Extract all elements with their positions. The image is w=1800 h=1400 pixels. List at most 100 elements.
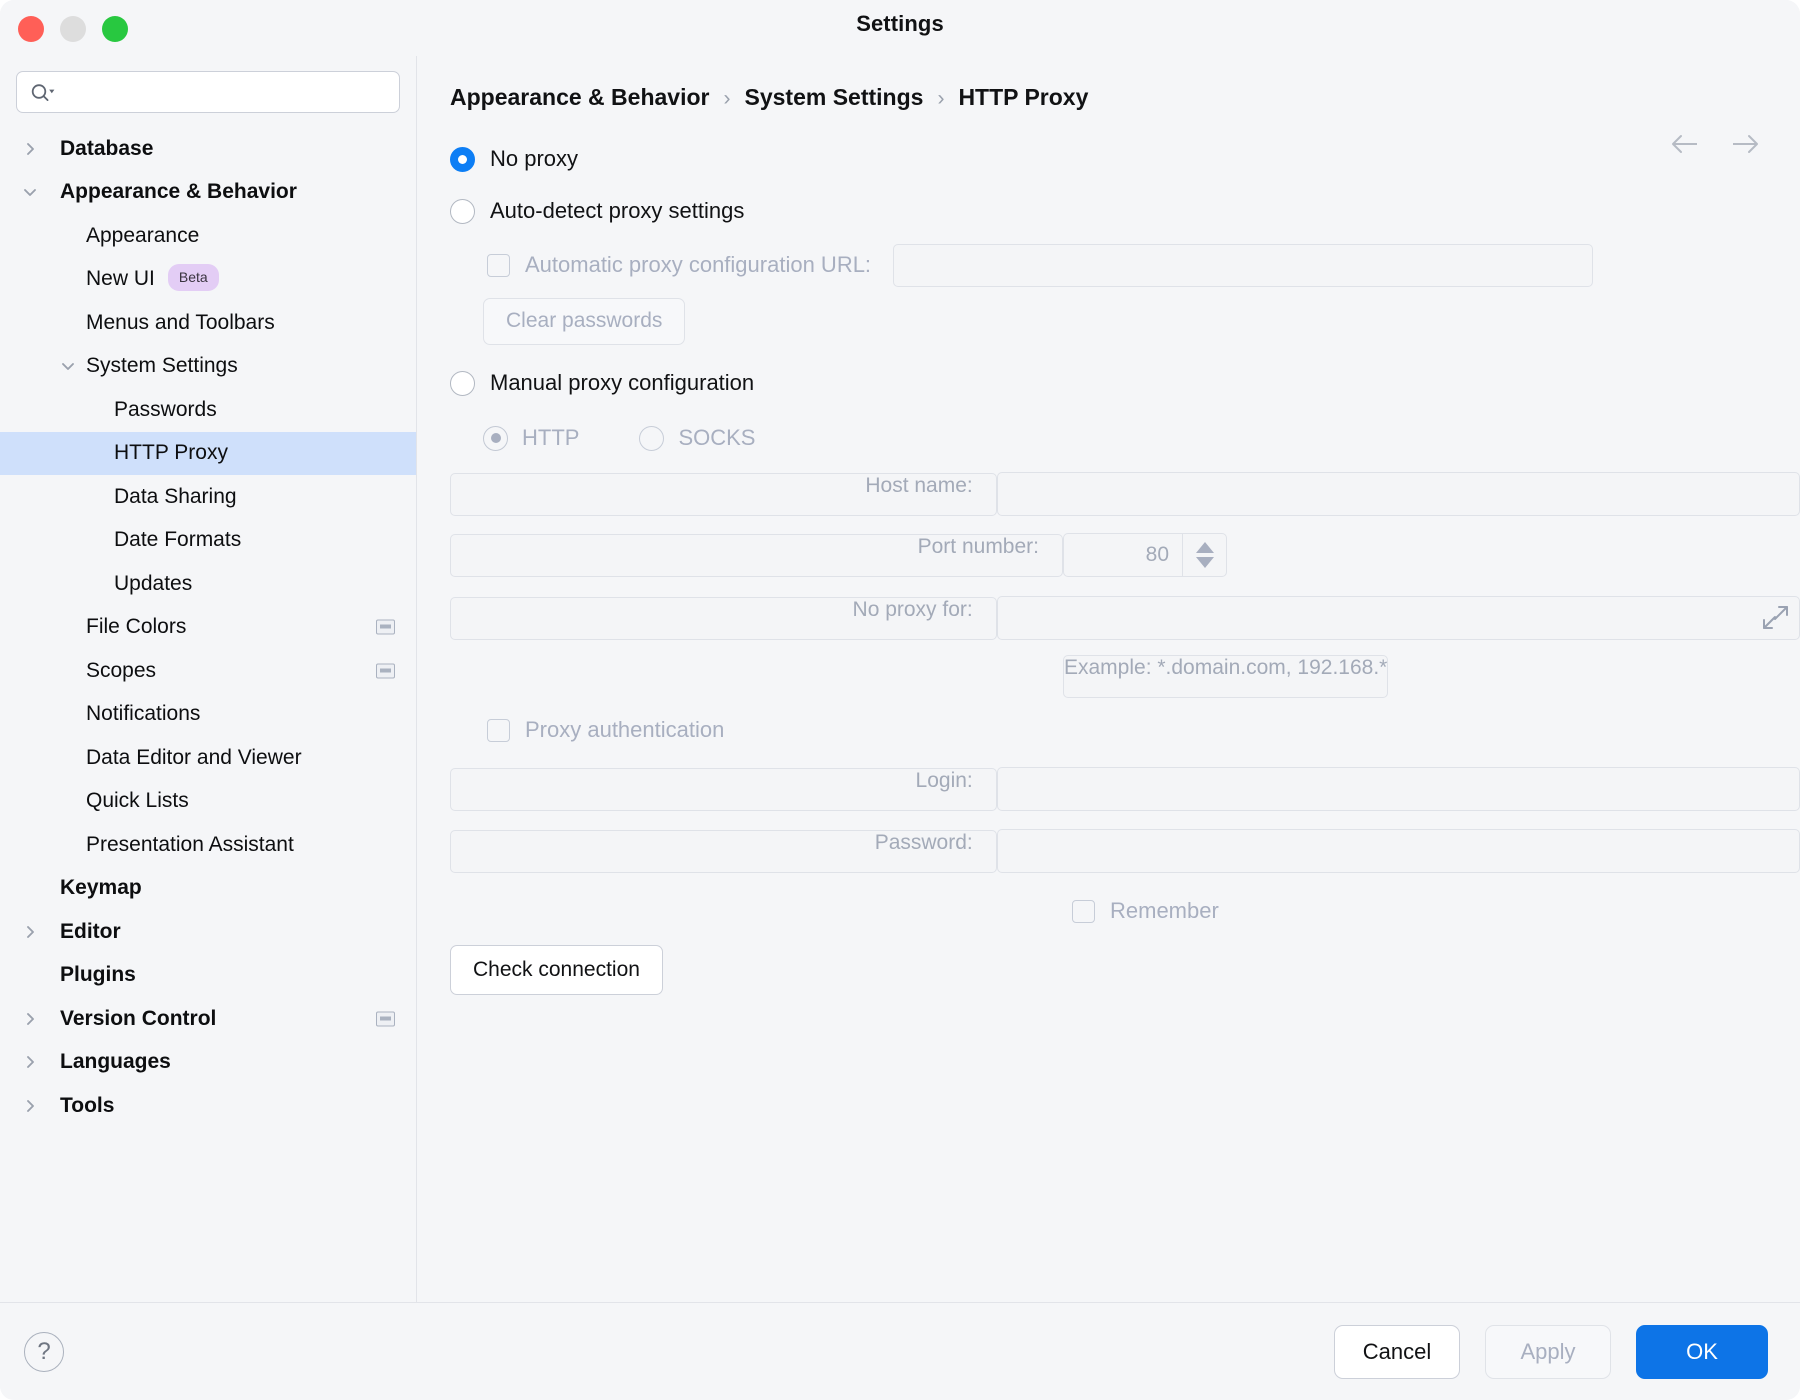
sidebar-item-menus-and-toolbars[interactable]: Menus and Toolbars [0,301,416,345]
auto-url-checkbox[interactable] [487,253,510,277]
sidebar-item-label-wrap: Date Formats [114,528,241,552]
sidebar-item-label: Languages [60,1050,171,1074]
settings-main-panel: Appearance & Behavior › System Settings › HT… [417,56,1800,1302]
sidebar-item-label: Database [60,136,154,160]
chevron-right-icon[interactable] [20,139,40,159]
sidebar-item-label-wrap: Data Editor and Viewer [86,746,302,770]
chevron-right-icon[interactable] [20,1009,40,1029]
breadcrumb-separator: › [723,86,731,110]
manual-proxy-option[interactable]: Manual proxy configuration [417,354,1800,412]
auto-url-input[interactable] [893,243,1594,287]
sidebar-item-passwords[interactable]: Passwords [0,388,416,432]
sidebar-item-new-ui[interactable]: New UI Beta [0,258,416,302]
sidebar-item-label: Appearance & Behavior [60,180,297,204]
no-proxy-for-label: No proxy for: [450,596,997,640]
breadcrumb-part[interactable]: Appearance & Behavior [450,84,709,111]
search-box[interactable] [16,71,400,113]
breadcrumb-part[interactable]: System Settings [744,84,923,111]
titlebar: Settings [0,0,1800,56]
sidebar-item-label-wrap: Appearance [86,224,199,248]
sidebar-item-presentation-assistant[interactable]: Presentation Assistant [0,823,416,867]
sidebar-item-date-formats[interactable]: Date Formats [0,519,416,563]
sidebar-item-languages[interactable]: Languages [0,1041,416,1085]
auto-url-label: Automatic proxy configuration URL: [525,252,872,277]
sidebar-item-label-wrap: HTTP Proxy [114,441,228,465]
auto-detect-option[interactable]: Auto-detect proxy settings [417,185,1800,237]
cancel-button[interactable]: Cancel [1334,1324,1460,1379]
sidebar-item-label-wrap: Editor [60,920,121,944]
no-proxy-for-input[interactable] [996,596,1800,640]
login-input[interactable] [996,767,1800,811]
arrow-right-icon[interactable] [1728,131,1762,157]
host-name-row: Host name: [417,464,1800,524]
password-label: Password: [450,829,997,873]
sidebar-item-scopes[interactable]: Scopes [0,649,416,693]
sidebar-item-label-wrap: Presentation Assistant [86,833,294,857]
ok-button[interactable]: OK [1636,1324,1768,1379]
port-number-stepper[interactable]: 80 [1063,533,1227,577]
socks-label: SOCKS [678,425,756,450]
arrow-left-icon[interactable] [1668,131,1702,157]
expand-icon[interactable] [1761,604,1789,632]
protocol-row: HTTP SOCKS [417,412,1800,464]
breadcrumb-separator: › [937,86,945,110]
sidebar-item-label-wrap: Tools [60,1094,114,1118]
http-radio[interactable] [483,425,508,451]
check-connection-button[interactable]: Check connection [450,945,663,995]
search-icon [30,82,56,102]
example-row: Example: *.domain.com, 192.168.* [417,650,1800,702]
sidebar-item-notifications[interactable]: Notifications [0,693,416,737]
sidebar-item-editor[interactable]: Editor [0,910,416,954]
sidebar-item-label: Scopes [86,658,157,682]
chevron-right-icon[interactable] [20,922,40,942]
manual-proxy-radio[interactable] [450,370,475,396]
chevron-right-icon[interactable] [20,1096,40,1116]
spinner-up-icon[interactable] [1195,542,1214,553]
sidebar-item-label-wrap: Notifications [86,702,200,726]
example-text: Example: *.domain.com, 192.168.* [1063,654,1389,698]
apply-button[interactable]: Apply [1485,1324,1611,1379]
sidebar-item-file-colors[interactable]: File Colors [0,606,416,650]
no-proxy-radio[interactable] [450,146,475,172]
sidebar-item-appearance-behavior[interactable]: Appearance & Behavior [0,171,416,215]
spinner-down-icon[interactable] [1195,557,1214,568]
auto-detect-radio[interactable] [450,198,475,224]
chevron-down-icon[interactable] [58,356,78,376]
socks-radio[interactable] [639,425,665,451]
password-row: Password: [417,820,1800,882]
sidebar-item-quick-lists[interactable]: Quick Lists [0,780,416,824]
sidebar-item-updates[interactable]: Updates [0,562,416,606]
no-proxy-option[interactable]: No proxy [417,133,1800,185]
sidebar-item-keymap[interactable]: Keymap [0,867,416,911]
sidebar-item-http-proxy[interactable]: HTTP Proxy [0,431,416,475]
remember-checkbox[interactable] [1072,899,1095,923]
help-icon[interactable]: ? [24,1331,64,1372]
project-scope-icon [376,1011,395,1027]
chevron-down-icon[interactable] [20,182,40,202]
project-scope-icon [376,663,395,679]
clear-passwords-button[interactable]: Clear passwords [483,297,686,345]
sidebar-item-appearance[interactable]: Appearance [0,214,416,258]
sidebar-item-version-control[interactable]: Version Control [0,997,416,1041]
host-name-input[interactable] [996,472,1800,516]
manual-proxy-label: Manual proxy configuration [490,370,755,395]
password-input[interactable] [996,829,1800,873]
sidebar-item-tools[interactable]: Tools [0,1084,416,1128]
sidebar-item-database[interactable]: Database [0,127,416,171]
sidebar-item-label: Menus and Toolbars [86,310,275,334]
sidebar-item-label: Quick Lists [86,789,189,813]
proxy-auth-checkbox[interactable] [487,718,510,742]
sidebar-item-system-settings[interactable]: System Settings [0,345,416,389]
sidebar-item-label-wrap: System Settings [86,354,238,378]
chevron-right-icon[interactable] [20,1052,40,1072]
login-row: Login: [417,758,1800,820]
sidebar-item-plugins[interactable]: Plugins [0,954,416,998]
sidebar-item-label: Tools [60,1093,115,1117]
sidebar-item-label-wrap: Menus and Toolbars [86,311,275,335]
sidebar-item-label: System Settings [86,354,238,378]
settings-sidebar: Database Appearance & Behavior Appearance N… [0,56,417,1302]
search-input[interactable] [17,72,399,112]
sidebar-item-data-sharing[interactable]: Data Sharing [0,475,416,519]
sidebar-item-data-editor-and-viewer[interactable]: Data Editor and Viewer [0,736,416,780]
port-spinner-arrows[interactable] [1182,534,1226,576]
